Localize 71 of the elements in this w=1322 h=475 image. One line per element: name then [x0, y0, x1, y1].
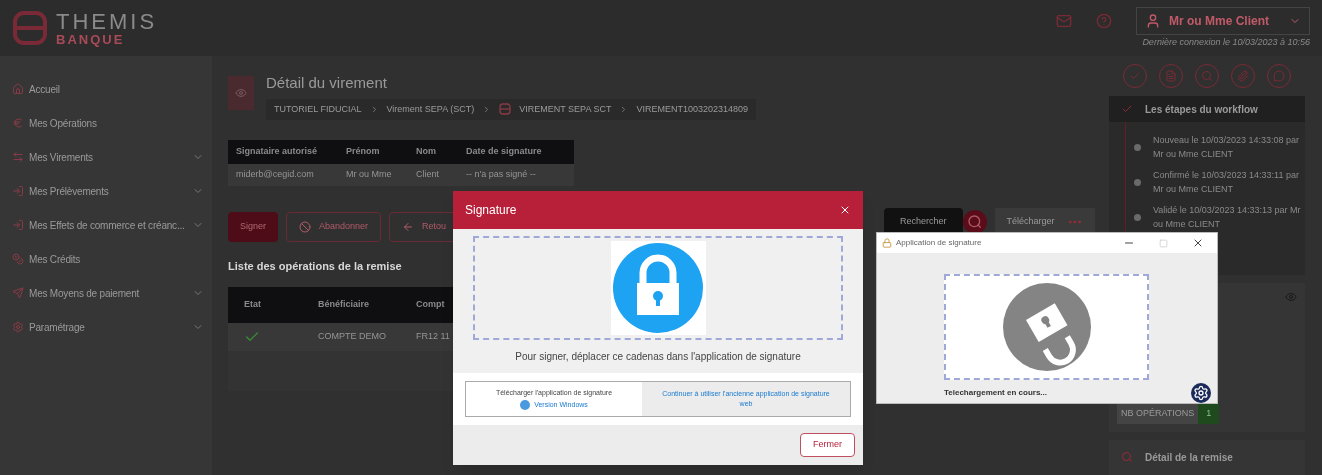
- column-header: Signataire autorisé: [235, 145, 319, 159]
- breadcrumb-link[interactable]: TUTORIEL FIDUCIAL: [274, 102, 362, 116]
- breadcrumb-link[interactable]: VIREMENT1003202314809: [636, 102, 748, 116]
- menu-icon: [12, 185, 24, 197]
- settings-icon[interactable]: [1191, 383, 1211, 403]
- logo-icon: [12, 10, 48, 46]
- table-cell-text: miderb@cegid.com: [235, 168, 315, 182]
- last-login-text: Dernière connexion le 10/03/2023 à 10:56: [1142, 35, 1310, 49]
- eye-icon: [1285, 291, 1297, 304]
- instruction-text: Pour signer, déplacer ce cadenas dans l'application de signature: [514, 350, 802, 364]
- column-header: Nom: [415, 145, 437, 159]
- column-header: Bénéficiaire: [317, 297, 371, 311]
- mail-icon[interactable]: [1056, 12, 1072, 29]
- padlock-icon[interactable]: [613, 243, 703, 333]
- sidebar-item[interactable]: Mes Opérations: [0, 106, 212, 140]
- workflow-step: Validé le 10/03/2023 14:33:13 par Mr ou Mme CLIENT: [1153, 204, 1303, 231]
- table-cell-text: COMPTE DEMO: [318, 329, 386, 343]
- help-icon[interactable]: [1096, 12, 1112, 29]
- menu-icon: [12, 117, 24, 129]
- sidebar-item[interactable]: Mes Virements: [0, 140, 212, 174]
- breadcrumb-link[interactable]: Virement SEPA (SCT): [386, 102, 475, 116]
- window-title: Application de signature: [896, 237, 982, 249]
- sidebar-item[interactable]: Paramétrage: [0, 310, 212, 344]
- menu-icon: [12, 83, 24, 95]
- status-text: Telechargement en cours...: [944, 387, 1047, 399]
- check-icon: [1121, 103, 1133, 115]
- close-icon[interactable]: [1192, 237, 1204, 249]
- document-icon: [228, 76, 254, 110]
- menu-icon: [12, 321, 24, 333]
- column-header: Prénom: [345, 145, 381, 159]
- card-title: Détail de la remise: [1145, 450, 1233, 465]
- user-icon: [1145, 12, 1161, 29]
- sidebar-item[interactable]: Mes Prélèvements: [0, 174, 212, 208]
- menu-icon: [12, 151, 24, 163]
- maximize-icon[interactable]: [1159, 238, 1168, 248]
- padlock-icon: [882, 238, 892, 248]
- ban-icon: [299, 221, 311, 233]
- card-title: Les étapes du workflow: [1145, 102, 1258, 117]
- menu-icon: [12, 253, 24, 265]
- dialog-title: Signature: [465, 202, 517, 219]
- page-title: Détail du virement: [266, 73, 388, 93]
- column-header: Etat: [243, 297, 262, 311]
- sidebar-item[interactable]: Mes Effets de commerce et créanc...: [0, 208, 212, 242]
- count-label: NB OPÉRATIONS: [1117, 404, 1199, 424]
- menu-icon: [12, 287, 24, 299]
- search-icon: [1121, 451, 1133, 464]
- menu-icon: [12, 219, 24, 231]
- workflow-step: Confirmé le 10/03/2023 14:33:11 par Mr ou Mme CLIENT: [1153, 169, 1303, 196]
- close-icon[interactable]: [839, 204, 851, 216]
- breadcrumb-link[interactable]: VIREMENT SEPA SCT: [519, 102, 612, 116]
- table-cell-text: Mr ou Mme: [345, 168, 393, 182]
- sidebar-item[interactable]: Accueil: [0, 72, 212, 106]
- logo-icon: [499, 103, 512, 116]
- sidebar-item[interactable]: Mes Crédits: [0, 242, 212, 276]
- padlock-icon: [1002, 283, 1091, 371]
- column-header: Compt: [415, 297, 445, 311]
- table-cell-text: -- n'a pas signé --: [465, 168, 537, 182]
- table-cell-text: Client: [415, 168, 440, 182]
- workflow-step: Nouveau le 10/03/2023 14:33:08 par Mr ou Mme CLIENT: [1153, 134, 1303, 161]
- column-header: Date de signature: [465, 145, 543, 159]
- logo-title: THEMIS: [56, 10, 158, 33]
- close-button[interactable]: Fermer: [800, 433, 855, 457]
- arrow-icon: [402, 221, 415, 233]
- action-button[interactable]: Abandonner: [286, 212, 382, 242]
- logo-subtitle: BANQUE: [56, 32, 126, 46]
- sidebar-item[interactable]: Mes Moyens de paiement: [0, 276, 212, 310]
- table-cell-text: FR12 11: [416, 329, 450, 343]
- section-title: Liste des opérations de la remise: [228, 259, 403, 274]
- user-menu-button[interactable]: Mr ou Mme Client: [1136, 6, 1310, 35]
- action-button[interactable]: Signer: [228, 212, 278, 242]
- count-badge: 1: [1198, 404, 1220, 424]
